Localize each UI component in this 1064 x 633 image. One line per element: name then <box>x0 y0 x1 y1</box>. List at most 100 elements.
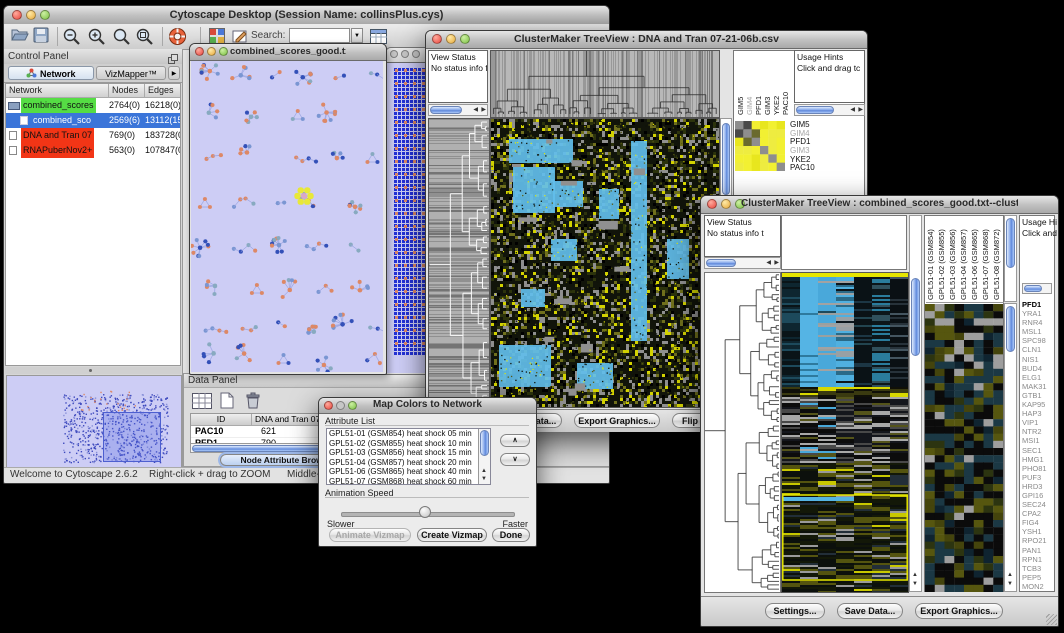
col-header-edges[interactable]: Edges <box>145 84 181 97</box>
zoom-button[interactable] <box>412 50 420 58</box>
gene-label[interactable]: HAP3 <box>1022 409 1055 418</box>
network-list-row[interactable]: combined_sco 2569(6) 13112(15) <box>6 113 180 128</box>
tv2-column-label[interactable]: GPL51-01 (GSM854) <box>926 216 937 300</box>
scroll-right-icon[interactable]: ▶ <box>774 260 779 267</box>
scroll-up-icon[interactable]: ▲ <box>481 468 487 475</box>
close-button[interactable] <box>12 10 22 20</box>
close-button[interactable] <box>432 34 442 44</box>
scroll-down-icon[interactable]: ▼ <box>912 581 918 588</box>
gene-label[interactable]: PAN1 <box>1022 546 1055 555</box>
scroll-left-icon[interactable]: ◀ <box>850 107 855 114</box>
gene-label[interactable]: HMG1 <box>1022 455 1055 464</box>
zoom-selected-button[interactable] <box>135 27 155 47</box>
zoom-in-button[interactable] <box>87 27 107 47</box>
close-button[interactable] <box>390 50 398 58</box>
tv1-heatmap-canvas[interactable] <box>490 118 720 408</box>
gene-label[interactable]: FIG4 <box>1022 518 1055 527</box>
tv1-column-label[interactable]: GIM3 <box>763 51 772 115</box>
done-button[interactable]: Done <box>492 528 530 542</box>
zoom-button[interactable] <box>348 401 357 410</box>
move-down-button[interactable]: ∨ <box>500 453 530 466</box>
col-header-network[interactable]: Network <box>6 84 109 97</box>
tv2-status-hscrollbar[interactable]: ◀ ▶ <box>704 257 781 269</box>
scroll-left-icon[interactable]: ◀ <box>766 260 771 267</box>
create-attribute-button[interactable] <box>220 392 234 414</box>
tab-network[interactable]: Network <box>8 66 94 80</box>
attribute-list-item[interactable]: GPL51-04 (GSM857) heat shock 20 min <box>327 458 478 468</box>
main-titlebar[interactable]: Cytoscape Desktop (Session Name: collins… <box>4 6 609 25</box>
zoom-out-button[interactable] <box>62 27 82 47</box>
gene-label[interactable]: TCB3 <box>1022 564 1055 573</box>
close-button[interactable] <box>195 47 204 56</box>
tv2-column-label[interactable]: GPL51-02 (GSM855) <box>937 216 948 300</box>
gene-label[interactable]: VIP1 <box>1022 418 1055 427</box>
settings-button[interactable]: Settings... <box>765 603 825 619</box>
tv1-column-dendrogram-canvas[interactable] <box>490 50 720 118</box>
export-graphics-button[interactable]: Export Graphics... <box>574 413 660 428</box>
scroll-up-icon[interactable]: ▲ <box>1007 572 1013 579</box>
create-vizmap-button[interactable]: Create Vizmap <box>417 528 487 542</box>
help-button[interactable] <box>168 27 188 47</box>
id-column-header[interactable]: ID <box>191 414 252 425</box>
attribute-select-button[interactable] <box>192 393 212 414</box>
gene-label[interactable]: GPI16 <box>1022 491 1055 500</box>
open-session-button[interactable] <box>11 27 31 47</box>
gene-label[interactable]: HRD3 <box>1022 482 1055 491</box>
gene-label[interactable]: BUD4 <box>1022 364 1055 373</box>
minimize-button[interactable] <box>721 199 731 209</box>
gene-label[interactable]: RNR4 <box>1022 318 1055 327</box>
birdseye-overview-canvas[interactable] <box>6 375 182 469</box>
tv1-zoom-matrix-canvas[interactable] <box>735 121 785 171</box>
zoom-button[interactable] <box>219 47 228 56</box>
gene-label[interactable]: ELG1 <box>1022 373 1055 382</box>
col-header-nodes[interactable]: Nodes <box>109 84 145 97</box>
scroll-down-icon[interactable]: ▼ <box>1007 581 1013 588</box>
scroll-left-icon[interactable]: ◀ <box>473 107 478 114</box>
animate-vizmap-button[interactable]: Animate Vizmap <box>329 528 411 542</box>
tv1-column-label[interactable]: GIM4 <box>745 51 754 115</box>
minimize-button[interactable] <box>401 50 409 58</box>
tv1-row-label[interactable]: PAC10 <box>790 164 840 173</box>
search-dropdown-button[interactable]: ▼ <box>351 28 363 43</box>
tv1-column-label[interactable]: GIM5 <box>736 51 745 115</box>
gene-label[interactable]: NIS1 <box>1022 355 1055 364</box>
gene-label[interactable]: KAP95 <box>1022 400 1055 409</box>
network-list-row[interactable]: DNA and Tran 07 769(0) 183728(0) <box>6 128 180 143</box>
minimize-button[interactable] <box>207 47 216 56</box>
network-window-titlebar[interactable]: combined_scores_good.txt--cluste... <box>190 44 386 61</box>
gene-label[interactable]: MAK31 <box>1022 382 1055 391</box>
network-list-row[interactable]: RNAPuberNov2+ 563(0) 107847(0) <box>6 143 180 158</box>
export-graphics-button[interactable]: Export Graphics... <box>915 603 1003 619</box>
zoom-fit-button[interactable] <box>112 27 132 47</box>
tv2-column-dendrogram-area[interactable] <box>781 215 907 270</box>
tv2-column-label[interactable]: GPL51-08 (GSM872) <box>992 216 1003 300</box>
move-up-button[interactable]: ∧ <box>500 434 530 447</box>
gene-label[interactable]: PUF3 <box>1022 473 1055 482</box>
gene-label[interactable]: YSH1 <box>1022 527 1055 536</box>
network-view-canvas[interactable] <box>191 61 383 372</box>
gene-label[interactable]: SEC1 <box>1022 446 1055 455</box>
gene-label[interactable]: MSI1 <box>1022 436 1055 445</box>
gene-label[interactable]: MON2 <box>1022 582 1055 591</box>
tv2-heatmap-vscrollbar[interactable]: ▲ ▼ <box>909 215 922 592</box>
tv2-column-label[interactable]: GPL51-06 (GSM865) <box>970 216 981 300</box>
attribute-list-item[interactable]: GPL51-06 (GSM865) heat shock 40 min <box>327 467 478 477</box>
gene-label[interactable]: PHO81 <box>1022 464 1055 473</box>
tv2-row-dendrogram-canvas[interactable] <box>704 272 781 593</box>
gene-label[interactable]: YRA1 <box>1022 309 1055 318</box>
minimize-button[interactable] <box>446 34 456 44</box>
attribute-list-vscrollbar[interactable]: ▲ ▼ <box>478 429 490 484</box>
tv2-zoom-heatmap-canvas[interactable] <box>925 304 1003 592</box>
tv1-column-label[interactable]: YKE2 <box>772 51 781 115</box>
treeview2-titlebar[interactable]: ClusterMaker TreeView : combined_scores_… <box>701 196 1058 214</box>
animation-speed-slider-thumb[interactable] <box>419 506 431 518</box>
tv1-column-label[interactable]: PFD1 <box>754 51 763 115</box>
gene-label[interactable]: GTB1 <box>1022 391 1055 400</box>
tv1-usage-hscrollbar[interactable]: ◀ ▶ <box>794 104 865 116</box>
dialog-titlebar[interactable]: Map Colors to Network <box>319 398 536 414</box>
gene-label[interactable]: MSL1 <box>1022 327 1055 336</box>
attribute-list-item[interactable]: GPL51-01 (GSM854) heat shock 05 min <box>327 429 478 439</box>
gene-label[interactable]: SPC98 <box>1022 336 1055 345</box>
tv1-column-label[interactable]: PAC10 <box>781 51 790 115</box>
attribute-list-item[interactable]: GPL51-02 (GSM855) heat shock 10 min <box>327 439 478 449</box>
